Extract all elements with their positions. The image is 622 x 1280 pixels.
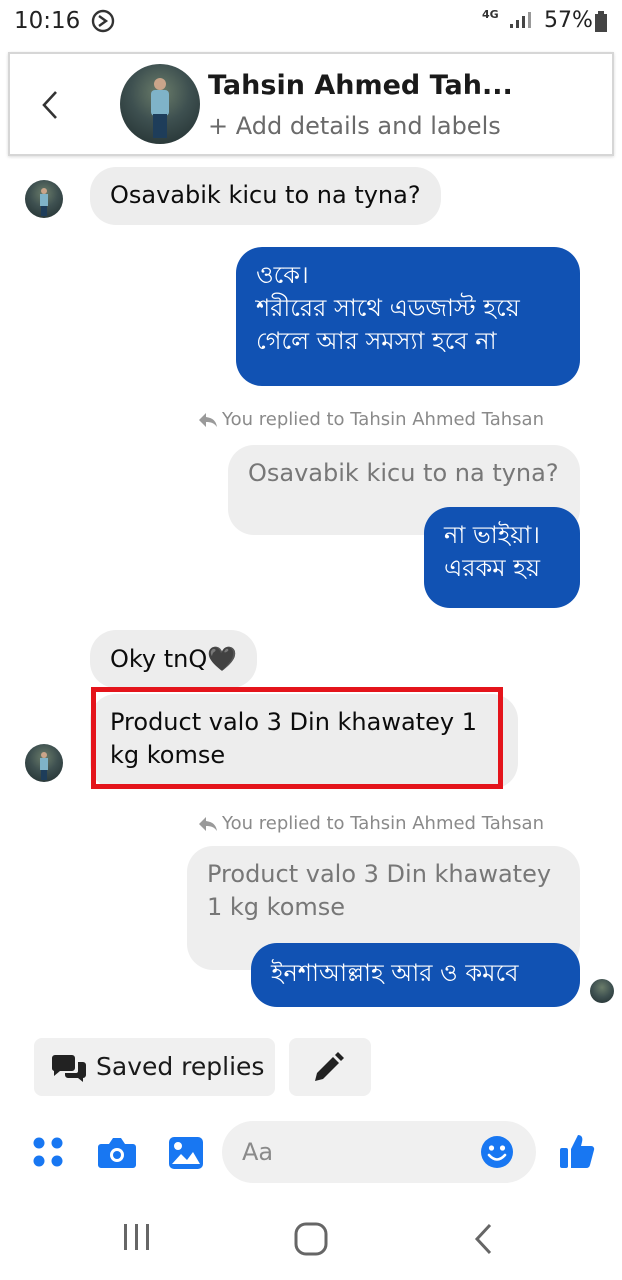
message-text: Osavabik kicu to na tyna? xyxy=(110,181,421,209)
message-input-wrapper xyxy=(222,1121,536,1183)
highlight-box xyxy=(91,687,503,789)
message-line: ওকে। xyxy=(256,261,309,289)
outgoing-message[interactable]: ওকে। শরীরের সাথে এডজাস্ট হয়ে গেলে আর সম… xyxy=(236,247,580,386)
quoted-line: 1 kg komse xyxy=(207,893,346,921)
message-line: শরীরের সাথে এডজাস্ট হয়ে xyxy=(256,294,520,322)
sync-icon xyxy=(90,8,116,38)
status-time: 10:16 xyxy=(14,8,81,34)
saved-replies-label: Saved replies xyxy=(96,1052,265,1081)
reply-note: You replied to Tahsin Ahmed Tahsan xyxy=(198,813,544,834)
contact-avatar-small[interactable] xyxy=(25,180,63,218)
battery-icon xyxy=(594,11,608,37)
edit-button[interactable] xyxy=(289,1038,371,1096)
recent-apps-icon[interactable] xyxy=(122,1222,152,1256)
reply-icon xyxy=(199,817,217,831)
contact-avatar-small[interactable] xyxy=(25,744,63,782)
saved-replies-icon xyxy=(50,1052,88,1086)
reply-icon xyxy=(199,413,217,427)
message-text: Oky tnQ🖤 xyxy=(110,645,238,673)
outgoing-message[interactable]: ইনশাআল্লাহ আর ও কমবে xyxy=(251,943,580,1007)
system-nav-bar xyxy=(0,1200,622,1280)
conversation-header: Tahsin Ahmed Tah... + Add details and la… xyxy=(8,52,614,156)
thumbs-up-icon[interactable] xyxy=(558,1132,596,1174)
back-icon[interactable] xyxy=(472,1222,496,1260)
incoming-message[interactable]: Oky tnQ🖤 xyxy=(90,630,258,688)
contact-name[interactable]: Tahsin Ahmed Tah... xyxy=(208,70,513,101)
message-composer xyxy=(0,1118,622,1188)
message-line: গেলে আর সমস্যা হবে না xyxy=(256,327,497,355)
signal-icon xyxy=(509,11,531,33)
quoted-line: Product valo 3 Din khawatey xyxy=(207,860,552,888)
contact-avatar[interactable] xyxy=(120,64,200,144)
message-line: এরকম হয় xyxy=(444,554,540,582)
pencil-icon xyxy=(311,1051,345,1089)
camera-icon[interactable] xyxy=(97,1136,137,1174)
saved-replies-button[interactable]: Saved replies xyxy=(34,1038,275,1096)
quoted-text: Osavabik kicu to na tyna? xyxy=(248,459,559,487)
network-type: 4G xyxy=(482,8,499,21)
battery-percent: 57% xyxy=(544,8,593,33)
back-arrow-icon[interactable] xyxy=(38,88,64,122)
message-text: ইনশাআল্লাহ আর ও কমবে xyxy=(271,959,519,987)
incoming-message[interactable]: Osavabik kicu to na tyna? xyxy=(90,167,441,225)
home-icon[interactable] xyxy=(294,1222,328,1260)
reply-note: You replied to Tahsin Ahmed Tahsan xyxy=(198,409,544,430)
emoji-icon[interactable] xyxy=(480,1135,514,1173)
message-input[interactable] xyxy=(242,1135,482,1169)
add-details-link[interactable]: + Add details and labels xyxy=(208,112,501,140)
gallery-icon[interactable] xyxy=(168,1136,204,1174)
status-bar: 10:16 4G 57% xyxy=(0,0,622,44)
seen-avatar-icon xyxy=(590,979,614,1003)
menu-grid-icon[interactable] xyxy=(32,1136,64,1172)
message-line: না ভাইয়া। xyxy=(444,521,540,549)
outgoing-message[interactable]: না ভাইয়া। এরকম হয় xyxy=(424,507,580,608)
